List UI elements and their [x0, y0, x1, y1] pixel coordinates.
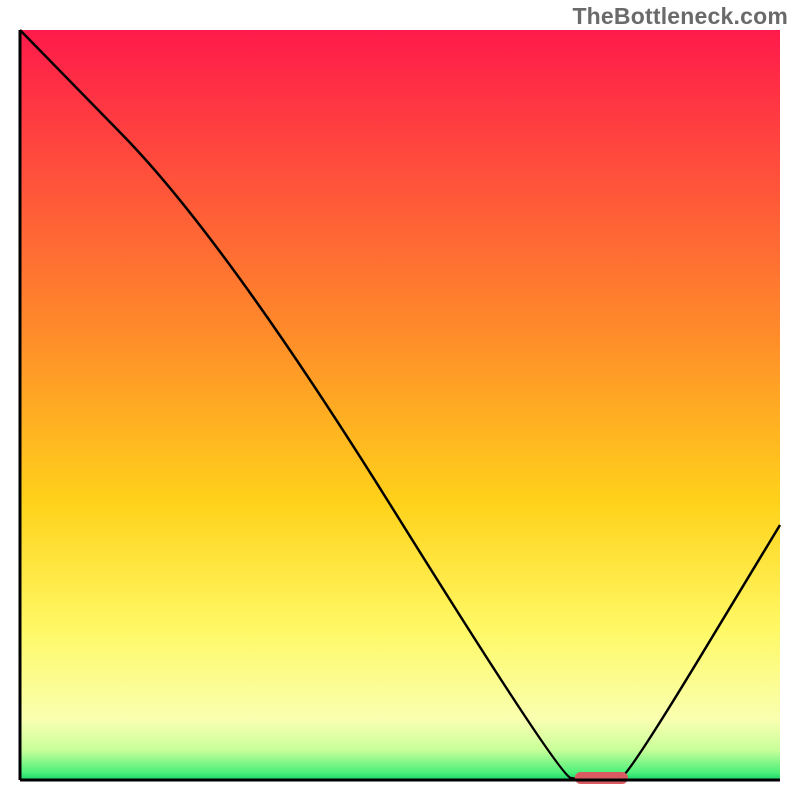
- bottleneck-chart: TheBottleneck.com: [0, 0, 800, 800]
- plot-background: [20, 30, 780, 780]
- optimal-range-marker: [575, 772, 628, 784]
- chart-svg: [0, 0, 800, 800]
- watermark-label: TheBottleneck.com: [572, 3, 788, 30]
